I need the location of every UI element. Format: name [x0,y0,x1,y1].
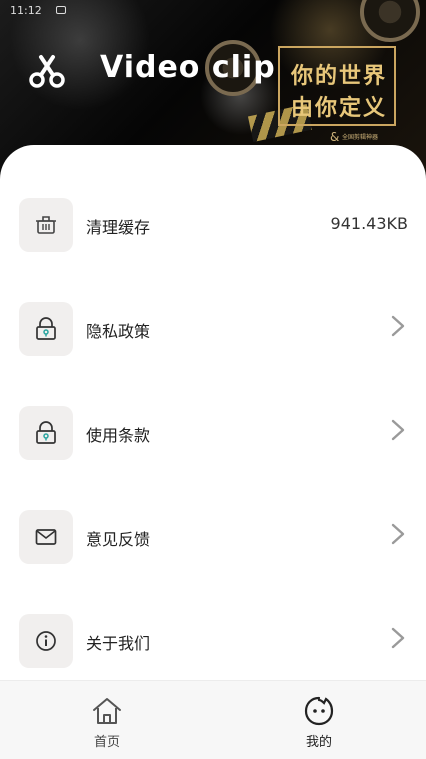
menu-item-label: 意见反馈 [86,530,151,549]
tab-home[interactable]: 首页 [47,681,167,759]
chevron-right-icon [391,627,405,649]
icon-box [19,614,73,668]
app-title: Video clip [100,50,276,85]
lock-icon [36,421,56,444]
film-reel-decoration [360,0,420,42]
home-icon [93,698,121,724]
cache-size-value: 941.43KB [330,214,408,233]
icon-box [19,406,73,460]
ampersand-decoration: & [330,130,340,144]
feedback-row[interactable]: 意见反馈 [0,506,426,566]
info-icon [36,631,56,651]
tab-mine-label: 我的 [305,735,332,750]
tab-mine[interactable]: 我的 [259,681,379,759]
chevron-right-icon [391,523,405,545]
terms-of-use-row[interactable]: 使用条款 [0,402,426,462]
privacy-policy-row[interactable]: 隐私政策 [0,298,426,358]
banner-tagline: 全国剪辑神器 [342,134,379,141]
settings-card: 清理缓存 941.43KB 隐私政策 使用条款 意见反馈 关于我们 [0,145,426,680]
icon-box [19,510,73,564]
icon-box [19,302,73,356]
tab-home-label: 首页 [93,735,120,750]
scissors-logo-icon [29,55,65,88]
clear-cache-row[interactable]: 清理缓存 941.43KB [0,194,426,254]
menu-item-label: 关于我们 [86,634,151,653]
chevron-right-icon [391,315,405,337]
status-time: 11:12 [10,4,42,17]
about-us-row[interactable]: 关于我们 [0,610,426,670]
mail-icon [35,529,57,545]
slogan-box: 你的世界 由你定义 [278,46,396,126]
slogan-line-1: 你的世界 [290,64,387,89]
bottom-tab-bar: 首页 我的 [0,680,426,759]
chevron-right-icon [391,419,405,441]
status-notification-icon [56,6,66,14]
face-icon [304,696,334,726]
trash-icon [36,216,56,234]
icon-box [19,198,73,252]
slogan-line-2: 由你定义 [290,96,387,121]
menu-item-label: 清理缓存 [86,218,151,237]
menu-item-label: 隐私政策 [86,322,151,341]
lock-icon [36,317,56,340]
menu-item-label: 使用条款 [86,426,151,445]
